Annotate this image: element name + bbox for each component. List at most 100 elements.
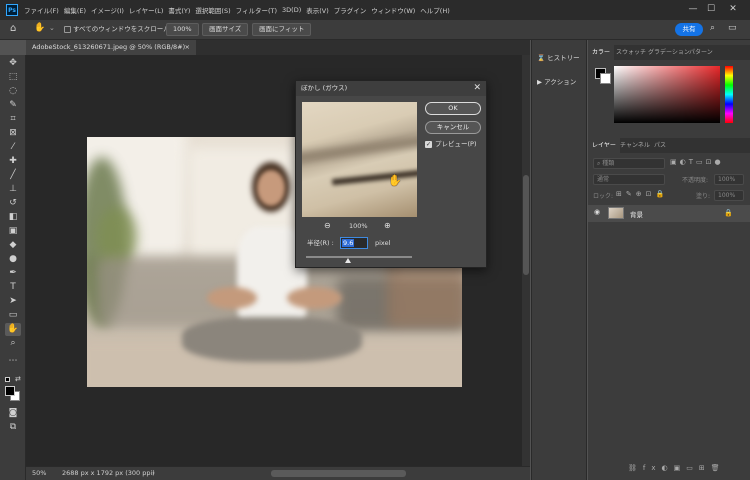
visibility-eye-icon[interactable]: ◉ <box>594 208 600 216</box>
tab-gradients[interactable]: グラデーション <box>648 45 690 60</box>
crop-icon[interactable]: ⌗ <box>5 113 21 126</box>
menu-type[interactable]: 書式(Y) <box>168 5 190 15</box>
document-tab[interactable]: AdobeStock_613260671.jpeg @ 50% (RGB/8#)… <box>26 40 196 55</box>
history-panel-button[interactable]: ⌛ ヒストリー <box>537 50 580 66</box>
stamp-icon[interactable]: ⊥ <box>5 183 21 196</box>
photoshop-logo-icon[interactable]: Ps <box>6 4 18 16</box>
layer-name[interactable]: 背景 <box>630 209 643 219</box>
eyedropper-icon[interactable]: ⁄ <box>5 141 21 154</box>
more-icon[interactable]: ⋯ <box>5 355 21 368</box>
shape-icon[interactable]: ▭ <box>5 309 21 322</box>
hand-cursor-icon: ✋ <box>388 174 402 187</box>
actions-icon: ▶ <box>537 78 542 86</box>
default-colors-icon[interactable] <box>5 377 10 382</box>
menu-filter[interactable]: フィルター(T) <box>236 5 277 15</box>
pen-icon[interactable]: ✒ <box>5 267 21 280</box>
zoom-100-button[interactable]: 100% <box>166 23 199 36</box>
healing-icon[interactable]: ✚ <box>5 155 21 168</box>
hand-tool-preset-icon[interactable]: ✋ <box>34 23 45 33</box>
brush-icon[interactable]: ╱ <box>5 169 21 182</box>
move-icon[interactable]: ✥ <box>5 57 21 70</box>
quick-mask-icon[interactable]: ◙ <box>5 407 21 420</box>
screen-mode-icon[interactable]: ⧉ <box>5 421 21 434</box>
color-picker-field[interactable] <box>614 66 720 123</box>
swap-colors-icon[interactable]: ⇄ <box>15 375 21 383</box>
tab-channels[interactable]: チャンネル <box>620 138 650 153</box>
search-icon[interactable]: ⌕ <box>710 23 715 33</box>
layer-thumbnail <box>608 207 624 219</box>
vertical-scrollbar[interactable] <box>522 55 530 466</box>
history-brush-icon[interactable]: ↺ <box>5 197 21 210</box>
menu-image[interactable]: イメージ(I) <box>91 5 124 15</box>
radius-slider-thumb[interactable] <box>345 258 352 263</box>
path-select-icon[interactable]: ➤ <box>5 295 21 308</box>
type-icon[interactable]: T <box>5 281 21 294</box>
ok-button[interactable]: OK <box>425 102 481 115</box>
blur-icon[interactable]: ◆ <box>5 239 21 252</box>
horizontal-scroll-thumb[interactable] <box>271 470 406 477</box>
actions-panel-button[interactable]: ▶ アクション <box>537 74 576 90</box>
lock-icons[interactable]: ⊞✎⊕⊡🔒 <box>616 190 668 198</box>
vertical-scroll-thumb[interactable] <box>523 175 529 275</box>
panel-background-swatch[interactable] <box>600 73 611 84</box>
dialog-titlebar[interactable]: ぼかし (ガウス) ✕ <box>296 81 486 96</box>
marquee-icon[interactable]: ⬚ <box>5 71 21 84</box>
menu-view[interactable]: 表示(V) <box>306 5 329 15</box>
menu-select[interactable]: 選択範囲(S) <box>195 5 230 15</box>
share-button[interactable]: 共有 <box>675 23 703 36</box>
menu-help[interactable]: ヘルプ(H) <box>420 5 449 15</box>
menu-plugins[interactable]: プラグイン <box>334 5 367 15</box>
menu-layer[interactable]: レイヤー(L) <box>129 5 164 15</box>
menu-3d[interactable]: 3D(D) <box>282 6 301 14</box>
frame-icon[interactable]: ⊠ <box>5 127 21 140</box>
preview-checkbox[interactable]: ✓ <box>425 141 432 148</box>
fit-screen-button[interactable]: 画面サイズ <box>202 23 249 36</box>
status-menu-arrow-icon[interactable]: › <box>152 467 155 480</box>
layer-filter-field[interactable]: ⌕ 種類 <box>593 158 665 169</box>
gradient-icon[interactable]: ▣ <box>5 225 21 238</box>
tab-color[interactable]: カラー <box>588 45 615 60</box>
hand-icon[interactable]: ✋ <box>5 323 21 336</box>
zoom-icon[interactable]: ⌕ <box>5 337 21 350</box>
preview-zoom-value: 100% <box>349 222 368 230</box>
opacity-field[interactable]: 100% <box>714 174 744 185</box>
layer-filter-icons[interactable]: ▣◐T▭⊡● <box>670 158 724 166</box>
layers-footer-icons[interactable]: ⛓fx◐▣▭⊞🗑 <box>628 464 726 472</box>
menu-window[interactable]: ウィンドウ(W) <box>371 5 415 15</box>
radius-input[interactable]: 9.6 <box>340 237 368 249</box>
dodge-icon[interactable]: ● <box>5 253 21 266</box>
filter-preview[interactable]: ✋ <box>302 102 417 217</box>
zoom-out-icon[interactable]: ⊖ <box>324 220 331 232</box>
tab-swatches[interactable]: スウォッチ <box>616 45 646 60</box>
close-icon[interactable]: ✕ <box>724 2 742 16</box>
chevron-down-icon[interactable]: ⌄ <box>49 24 55 32</box>
fill-field[interactable]: 100% <box>714 190 744 201</box>
hue-slider[interactable] <box>725 66 733 123</box>
close-tab-icon[interactable]: × <box>185 40 190 55</box>
zoom-level[interactable]: 50% <box>32 467 46 480</box>
layers-panel-tabs: レイヤー チャンネル パス <box>588 138 750 153</box>
minimize-icon[interactable]: — <box>684 2 702 16</box>
lasso-icon[interactable]: ◌ <box>5 85 21 98</box>
fill-screen-button[interactable]: 画面にフィット <box>252 23 312 36</box>
cancel-button[interactable]: キャンセル <box>425 121 481 134</box>
tab-layers[interactable]: レイヤー <box>588 138 620 153</box>
menu-edit[interactable]: 編集(E) <box>64 5 86 15</box>
quick-select-icon[interactable]: ✎ <box>5 99 21 112</box>
blend-mode-select[interactable]: 通常 <box>593 174 665 185</box>
tab-patterns[interactable]: パターン <box>689 45 713 60</box>
workspace-icon[interactable]: ▭ <box>728 23 737 33</box>
opacity-label: 不透明度: <box>682 177 709 184</box>
foreground-color-swatch[interactable] <box>5 386 15 396</box>
tab-paths[interactable]: パス <box>654 138 666 153</box>
preview-label: プレビュー(P) <box>435 140 477 148</box>
close-icon[interactable]: ✕ <box>473 81 481 96</box>
home-icon[interactable]: ⌂ <box>10 23 16 34</box>
scroll-all-checkbox[interactable] <box>64 26 71 33</box>
radius-slider-track[interactable] <box>306 256 412 258</box>
layer-row[interactable]: ◉ 背景 🔒 <box>588 205 750 222</box>
zoom-in-icon[interactable]: ⊕ <box>384 220 391 232</box>
maximize-icon[interactable]: ☐ <box>702 2 720 16</box>
menu-file[interactable]: ファイル(F) <box>24 5 59 15</box>
eraser-icon[interactable]: ◧ <box>5 211 21 224</box>
